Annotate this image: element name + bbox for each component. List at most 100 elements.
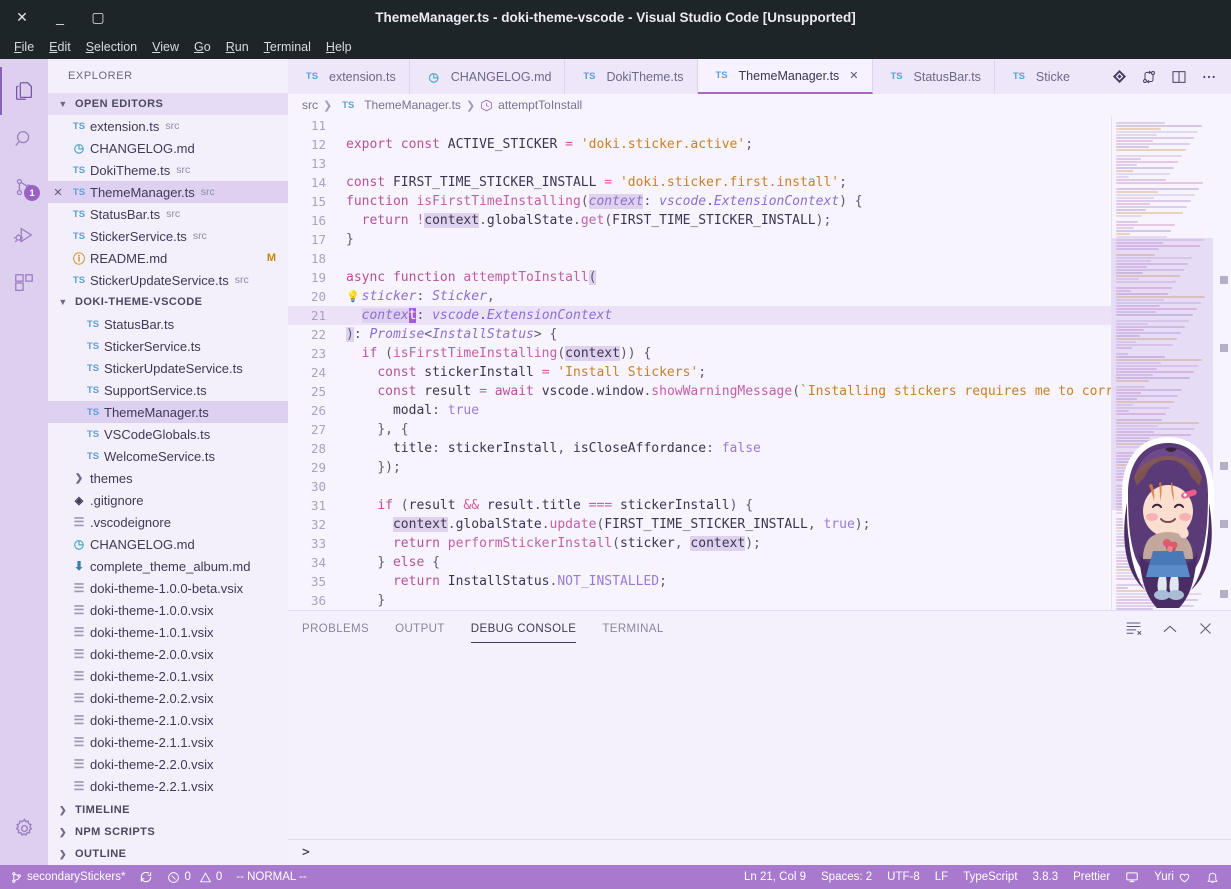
menu-view[interactable]: View <box>146 38 185 56</box>
tree-item-label: complete_theme_album.md <box>90 558 251 574</box>
list-item[interactable]: ◷ CHANGELOG.md <box>48 137 288 159</box>
close-window-button[interactable]: ✕ <box>14 9 30 25</box>
menu-edit[interactable]: Edit <box>43 38 77 56</box>
activity-item-source-control[interactable]: 1 <box>0 163 48 211</box>
line-number: 11 <box>310 118 326 133</box>
close-icon[interactable]: ✕ <box>48 186 68 199</box>
tab-stickerservice-ts[interactable]: TS Sticke <box>994 59 1083 94</box>
tab-changelog-md[interactable]: ◷ CHANGELOG.md <box>409 59 566 94</box>
section-workspace[interactable]: ▼ DOKI-THEME-VSCODE <box>48 291 288 313</box>
activity-item-search[interactable] <box>0 115 48 163</box>
status-branch-label: secondaryStickers* <box>27 871 126 883</box>
minimap[interactable] <box>1111 116 1231 610</box>
chevron-up-icon[interactable] <box>1162 622 1178 636</box>
status-problems[interactable]: 0 0 <box>167 871 222 884</box>
list-item[interactable]: TS StickerService.ts src <box>48 225 288 247</box>
tree-item[interactable]: ☰ doki-theme-1.0.0.vsix <box>48 599 288 621</box>
menu-run[interactable]: Run <box>220 38 255 56</box>
tree-item-folder[interactable]: ❯ themes <box>48 467 288 489</box>
tree-item[interactable]: ◷ CHANGELOG.md <box>48 533 288 555</box>
tab-terminal[interactable]: TERMINAL <box>602 615 663 642</box>
activity-item-explorer[interactable] <box>0 67 48 115</box>
list-item[interactable]: ⓘ README.md M <box>48 247 288 269</box>
list-item-selected[interactable]: ✕ TS ThemeManager.ts src <box>48 181 288 203</box>
tree-item[interactable]: ⬇ complete_theme_album.md <box>48 555 288 577</box>
tree-item[interactable]: TS StatusBar.ts <box>48 313 288 335</box>
tab-statusbar-ts[interactable]: TS StatusBar.ts <box>872 59 995 94</box>
ellipsis-icon[interactable] <box>1201 69 1217 85</box>
section-outline[interactable]: ❯ OUTLINE <box>48 843 288 865</box>
tree-item[interactable]: ☰ .vscodeignore <box>48 511 288 533</box>
menu-terminal[interactable]: Terminal <box>258 38 317 56</box>
status-remote-indicator[interactable] <box>1125 870 1139 884</box>
split-editor-icon[interactable] <box>1171 69 1187 85</box>
tree-item-selected[interactable]: TS ThemeManager.ts <box>48 401 288 423</box>
code-scroll-area[interactable]: 11 12 export const ACTIVE_STICKER = 'doki… <box>288 116 1111 610</box>
close-icon[interactable] <box>1198 621 1213 636</box>
status-indentation[interactable]: Spaces: 2 <box>821 871 872 883</box>
section-open-editors[interactable]: ▼ OPEN EDITORS <box>48 93 288 115</box>
activity-item-run-and-debug[interactable] <box>0 211 48 259</box>
tree-item[interactable]: TS WelcomeService.ts <box>48 445 288 467</box>
compare-icon[interactable] <box>1141 69 1157 85</box>
tree-item[interactable]: ☰ doki-theme-2.1.0.vsix <box>48 709 288 731</box>
tree-item[interactable]: TS StickerUpdateService.ts <box>48 357 288 379</box>
lightbulb-icon[interactable]: 💡 <box>346 290 360 303</box>
status-doki-theme[interactable]: Yuri <box>1154 871 1191 884</box>
debug-console-body[interactable]: > <box>288 646 1231 865</box>
tree-item[interactable]: ☰ doki-theme-2.0.1.vsix <box>48 665 288 687</box>
code-editor[interactable]: 11 12 export const ACTIVE_STICKER = 'doki… <box>288 116 1231 610</box>
tree-item[interactable]: ☰ doki-theme-1.0.1.vsix <box>48 621 288 643</box>
list-item[interactable]: TS DokiTheme.ts src <box>48 159 288 181</box>
status-language-mode[interactable]: TypeScript <box>963 871 1017 883</box>
tree-item[interactable]: ☰ doki-theme-2.2.1.vsix <box>48 775 288 797</box>
status-vim-mode[interactable]: -- NORMAL -- <box>236 871 306 883</box>
menu-help[interactable]: Help <box>320 38 358 56</box>
status-encoding[interactable]: UTF-8 <box>887 871 920 883</box>
clear-all-icon[interactable] <box>1125 621 1142 636</box>
tab-extension-ts[interactable]: TS extension.ts <box>288 59 410 94</box>
close-icon[interactable]: ✕ <box>849 69 858 82</box>
activity-item-settings[interactable] <box>0 817 48 865</box>
status-branch[interactable]: secondaryStickers* <box>10 871 125 884</box>
line-content: } <box>377 593 386 608</box>
list-item[interactable]: TS StatusBar.ts src <box>48 203 288 225</box>
status-notifications[interactable] <box>1206 871 1219 884</box>
activity-item-extensions[interactable] <box>0 259 48 307</box>
tree-item[interactable]: ◈ .gitignore <box>48 489 288 511</box>
breadcrumb-symbol[interactable]: attemptToInstall <box>480 98 582 112</box>
maximize-window-button[interactable]: ▢ <box>90 9 106 25</box>
list-item[interactable]: TS extension.ts src <box>48 115 288 137</box>
status-formatter[interactable]: Prettier <box>1073 871 1110 883</box>
tree-item[interactable]: TS SupportService.ts <box>48 379 288 401</box>
minimize-window-button[interactable]: _ <box>52 9 68 25</box>
list-item[interactable]: TS StickerUpdateService.ts src <box>48 269 288 291</box>
prompt-icon: > <box>302 845 310 860</box>
ts-icon: TS <box>583 71 596 82</box>
menu-selection[interactable]: Selection <box>80 38 143 56</box>
debug-console-input[interactable]: > <box>288 839 1231 865</box>
tree-item[interactable]: TS VSCodeGlobals.ts <box>48 423 288 445</box>
status-sync[interactable] <box>139 870 153 884</box>
tab-thememanager-ts[interactable]: TS ThemeManager.ts ✕ <box>697 59 873 94</box>
tab-dokitheme-ts[interactable]: TS DokiTheme.ts <box>565 59 698 94</box>
tree-item[interactable]: ☰ doki-theme-2.0.2.vsix <box>48 687 288 709</box>
breadcrumb-src[interactable]: src <box>302 98 318 112</box>
tree-item[interactable]: TS StickerService.ts <box>48 335 288 357</box>
status-eol[interactable]: LF <box>935 871 948 883</box>
tree-item[interactable]: ☰ doki-theme-2.1.1.vsix <box>48 731 288 753</box>
tree-item[interactable]: ☰ doki-theme-2.0.0.vsix <box>48 643 288 665</box>
menu-go[interactable]: Go <box>188 38 217 56</box>
status-cursor-position[interactable]: Ln 21, Col 9 <box>744 871 806 883</box>
tab-problems[interactable]: PROBLEMS <box>302 615 369 642</box>
section-npm-scripts[interactable]: ❯ NPM SCRIPTS <box>48 821 288 843</box>
menu-file[interactable]: File <box>8 38 40 56</box>
breadcrumb-file[interactable]: TS ThemeManager.ts <box>337 98 461 112</box>
section-timeline[interactable]: ❯ TIMELINE <box>48 799 288 821</box>
tree-item[interactable]: ☰ doki-theme-1.0.0-beta.vsix <box>48 577 288 599</box>
tab-output[interactable]: OUTPUT <box>395 615 445 642</box>
tree-item[interactable]: ☰ doki-theme-2.2.0.vsix <box>48 753 288 775</box>
git-diamond-icon[interactable] <box>1112 69 1127 84</box>
tab-debug-console[interactable]: DEBUG CONSOLE <box>470 615 577 643</box>
status-typescript-version[interactable]: 3.8.3 <box>1033 871 1059 883</box>
